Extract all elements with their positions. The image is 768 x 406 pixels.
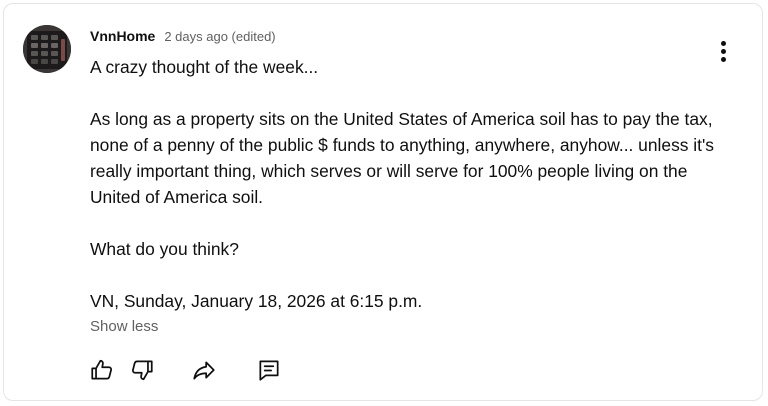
comment-author[interactable]: VnnHome	[90, 28, 155, 44]
share-icon	[193, 361, 215, 380]
avatar[interactable]	[23, 25, 71, 73]
phone-keypad-avatar-image	[23, 25, 71, 73]
reply-comment-icon	[259, 360, 279, 381]
comment-timestamp[interactable]: 2 days ago (edited)	[164, 29, 275, 44]
more-vert-icon	[720, 40, 726, 46]
share-button[interactable]	[188, 354, 220, 386]
thumbs-down-icon	[131, 360, 153, 381]
more-vert-icon-dot	[720, 48, 726, 54]
comment-card: VnnHome 2 days ago (edited) A crazy thou…	[3, 3, 763, 401]
comment-paragraph: What do you think?	[90, 239, 239, 259]
dislike-button[interactable]	[126, 354, 158, 386]
like-button[interactable]	[86, 354, 118, 386]
thumbs-up-icon	[91, 359, 113, 380]
comment-signature: VN, Sunday, January 18, 2026 at 6:15 p.m…	[90, 291, 423, 311]
comment-body: A crazy thought of the week... As long a…	[90, 54, 730, 314]
comment-paragraph: A crazy thought of the week...	[90, 57, 319, 77]
show-less-button[interactable]: Show less	[90, 318, 158, 335]
reply-button[interactable]	[253, 354, 285, 386]
comment-paragraph: As long as a property sits on the United…	[90, 109, 714, 207]
comment-header: VnnHome 2 days ago (edited)	[90, 28, 276, 46]
